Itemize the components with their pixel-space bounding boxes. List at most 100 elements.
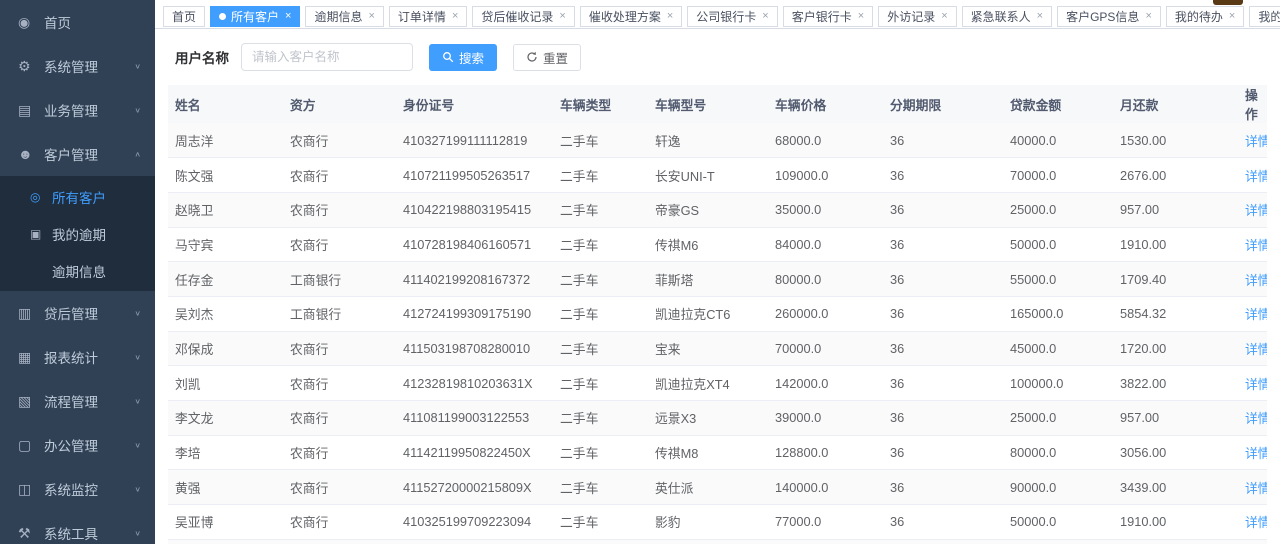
cell-term: 36	[883, 227, 1003, 262]
sidebar-item-label: 系统工具	[44, 523, 134, 543]
search-button-label: 搜索	[459, 48, 484, 67]
detail-link[interactable]: 详情	[1245, 238, 1267, 253]
cell-monthly: 957.00	[1113, 192, 1238, 227]
cell-id: 41232819810203631X	[396, 366, 553, 401]
detail-link[interactable]: 详情	[1245, 342, 1267, 357]
cell-name: 刘明杰	[168, 539, 283, 544]
cell-loan: 55000.0	[1003, 262, 1113, 297]
sidebar-item[interactable]: ◉ 首页	[0, 0, 155, 44]
cell-vehicle-type: 二手车	[553, 505, 648, 540]
tab[interactable]: 逾期信息 ×	[305, 6, 383, 27]
detail-link[interactable]: 详情	[1245, 515, 1267, 530]
sidebar-item[interactable]: ▥ 贷后管理 ∨	[0, 291, 155, 335]
tab[interactable]: 公司银行卡 ×	[687, 6, 777, 27]
cell-monthly: 3822.00	[1113, 366, 1238, 401]
close-icon[interactable]: ×	[1145, 11, 1151, 22]
cell-id: 412724199309175190	[396, 296, 553, 331]
cell-loan: 90000.0	[1003, 470, 1113, 505]
tab[interactable]: 订单详情 ×	[389, 6, 467, 27]
cell-funder: 农商行	[283, 401, 396, 436]
detail-link[interactable]: 详情	[1245, 377, 1267, 392]
tab-label: 首页	[172, 8, 196, 25]
close-icon[interactable]: ×	[1229, 11, 1235, 22]
sidebar-subitem-label: 我的逾期	[52, 224, 106, 244]
cell-funder: 农商行	[283, 470, 396, 505]
tab[interactable]: 客户GPS信息 ×	[1057, 6, 1161, 27]
chevron-icon: ∨	[134, 485, 141, 494]
tab[interactable]: 所有客户 ×	[210, 6, 300, 27]
sidebar: ◉ 首页 ⚙ 系统管理 ∨ ▤ 业务管理 ∨ ☻	[0, 0, 155, 544]
search-button[interactable]: 搜索	[429, 44, 497, 71]
close-icon[interactable]: ×	[762, 11, 768, 22]
close-icon[interactable]: ×	[452, 11, 458, 22]
cell-term: 36	[883, 158, 1003, 193]
tab[interactable]: 客户银行卡 ×	[783, 6, 873, 27]
cell-price: 68000.0	[768, 123, 883, 158]
tab[interactable]: 我的流程 ×	[1249, 6, 1280, 27]
sidebar-item[interactable]: ▢ 办公管理 ∨	[0, 423, 155, 467]
close-icon[interactable]: ×	[667, 11, 673, 22]
cell-price: 80000.0	[768, 262, 883, 297]
close-icon[interactable]: ×	[1037, 11, 1043, 22]
app-window: ◉ 首页 ⚙ 系统管理 ∨ ▤ 业务管理 ∨ ☻	[0, 0, 1280, 544]
sidebar-subitem-label: 逾期信息	[52, 261, 106, 281]
cell-funder: 工商银行	[283, 296, 396, 331]
close-icon[interactable]: ×	[368, 11, 374, 22]
sidebar-item[interactable]: ☻ 客户管理 ∧	[0, 132, 155, 176]
cell-vehicle-type: 二手车	[553, 158, 648, 193]
sidebar-item[interactable]: ▧ 流程管理 ∨	[0, 379, 155, 423]
close-icon[interactable]: ×	[858, 11, 864, 22]
sidebar-subitem[interactable]: ◎ 所有客户	[0, 178, 155, 215]
cell-model: 轩逸	[648, 123, 768, 158]
detail-link[interactable]: 详情	[1245, 134, 1267, 149]
sidebar-item-label: 客户管理	[44, 144, 134, 164]
chevron-icon: ∨	[134, 106, 141, 115]
sidebar-item[interactable]: ⚙ 系统管理 ∨	[0, 44, 155, 88]
customer-name-input[interactable]	[241, 43, 413, 71]
col-header-name: 姓名	[168, 85, 283, 123]
table-row: 黄强 农商行 41152720000215809X 二手车 英仕派 140000…	[168, 470, 1267, 505]
cell-id: 410327199111112819	[396, 123, 553, 158]
detail-link[interactable]: 详情	[1245, 446, 1267, 461]
cell-model: 凯迪拉克XT4	[648, 366, 768, 401]
tab[interactable]: 我的待办 ×	[1166, 6, 1244, 27]
sidebar-item[interactable]: ◫ 系统监控 ∨	[0, 467, 155, 511]
main-area: 首页 × 所有客户 × 逾期信息 × 订单详情	[155, 0, 1280, 544]
cell-funder: 农商行	[283, 505, 396, 540]
detail-link[interactable]: 详情	[1245, 411, 1267, 426]
cell-loan: 165000.0	[1003, 296, 1113, 331]
chevron-icon: ∨	[134, 397, 141, 406]
tab[interactable]: 贷后催收记录 ×	[472, 6, 574, 27]
cell-funder: 农商行	[283, 539, 396, 544]
active-dot-icon	[219, 13, 226, 20]
detail-link[interactable]: 详情	[1245, 273, 1267, 288]
detail-link[interactable]: 详情	[1245, 169, 1267, 184]
cell-vehicle-type: 二手车	[553, 227, 648, 262]
cell-term: 36	[883, 123, 1003, 158]
close-icon[interactable]: ×	[285, 11, 291, 22]
table-row: 吴刘杰 工商银行 412724199309175190 二手车 凯迪拉克CT6 …	[168, 296, 1267, 331]
menu-icon: ⚙	[18, 58, 44, 75]
cell-loan: 25000.0	[1003, 401, 1113, 436]
sidebar-item[interactable]: ⚒ 系统工具 ∨	[0, 511, 155, 544]
sidebar-item[interactable]: ▦ 报表统计 ∨	[0, 335, 155, 379]
detail-link[interactable]: 详情	[1245, 481, 1267, 496]
reset-button[interactable]: 重置	[513, 44, 581, 71]
cell-loan: 60000.0	[1003, 539, 1113, 544]
close-icon[interactable]: ×	[941, 11, 947, 22]
detail-link[interactable]: 详情	[1245, 203, 1267, 218]
sidebar-subitem[interactable]: ▣ 我的逾期	[0, 215, 155, 252]
sidebar-subitem[interactable]: 逾期信息	[0, 252, 155, 289]
avatar[interactable]	[1213, 0, 1243, 5]
tab[interactable]: 紧急联系人 ×	[962, 6, 1052, 27]
tab[interactable]: 首页 ×	[163, 6, 205, 27]
cell-term: 36	[883, 505, 1003, 540]
close-icon[interactable]: ×	[559, 11, 565, 22]
detail-link[interactable]: 详情	[1245, 307, 1267, 322]
chevron-icon: ∨	[134, 62, 141, 71]
tab[interactable]: 外访记录 ×	[878, 6, 956, 27]
cell-term: 36	[883, 331, 1003, 366]
tab[interactable]: 催收处理方案 ×	[580, 6, 682, 27]
sidebar-item[interactable]: ▤ 业务管理 ∨	[0, 88, 155, 132]
cell-name: 周志洋	[168, 123, 283, 158]
